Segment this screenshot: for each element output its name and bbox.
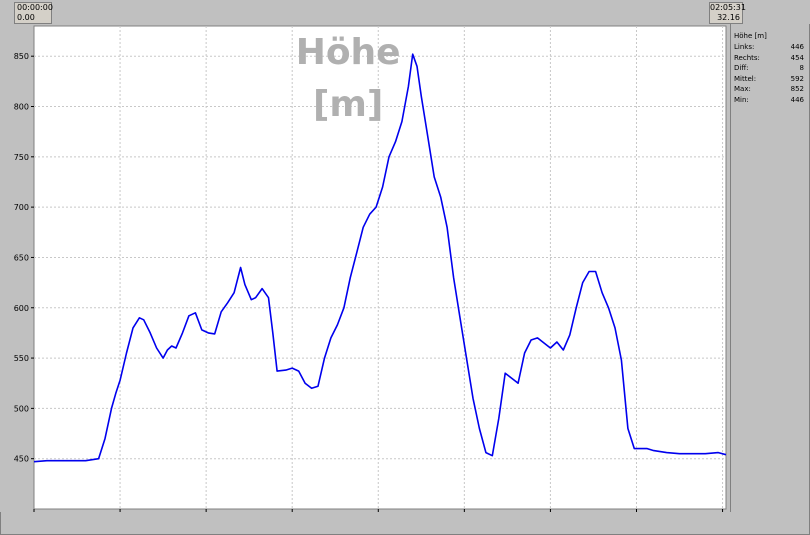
left-time: 00:00:00 (17, 3, 53, 12)
stat-value: 592 (790, 74, 804, 83)
right-time: 02:05:31 (710, 3, 746, 12)
stat-label: Min: (734, 95, 749, 104)
stats-panel: Höhe [m] Links: 446 Rechts: 454 Diff: 8 Mittel… (730, 24, 809, 512)
y-tick-label: 650 (14, 253, 29, 262)
y-tick-label: 500 (14, 404, 29, 413)
y-tick-label: 700 (14, 203, 29, 212)
stat-value: 454 (790, 53, 804, 62)
stat-value: 852 (790, 85, 804, 93)
stat-label: Rechts: (734, 53, 760, 62)
left-marker-readout: 00:00:00 0.00 (14, 2, 53, 24)
stat-label: Mittel: (734, 74, 757, 83)
stat-value: 8 (799, 64, 804, 72)
stat-value: 446 (790, 43, 804, 51)
right-marker-readout: 02:05:31 32.16 (709, 2, 746, 24)
left-value: 0.00 (17, 13, 35, 22)
y-tick-label: 600 (14, 304, 29, 313)
stat-value: 446 (790, 95, 804, 104)
stats-title: Höhe [m] (734, 32, 767, 40)
stat-label: Max: (734, 85, 751, 93)
y-tick-label: 550 (14, 354, 29, 363)
y-tick-label: 850 (14, 52, 29, 61)
chart-title-line: [m] (313, 84, 383, 125)
stat-label: Links: (734, 43, 755, 51)
elevation-chart[interactable]: 0.004.008.0012.0016.0020.0024.0028.0032.… (0, 24, 730, 512)
right-value: 32.16 (717, 13, 740, 22)
y-tick-label: 800 (14, 103, 29, 112)
stat-label: Diff: (734, 64, 749, 72)
plot-area[interactable]: 0.004.008.0012.0016.0020.0024.0028.0032.… (0, 24, 730, 512)
header-bar: 00:00:00 0.00 02:05:31 32.16 (0, 0, 810, 24)
chart-title-line: Höhe (296, 32, 401, 73)
y-tick-label: 450 (14, 455, 29, 464)
y-tick-label: 750 (14, 153, 29, 162)
